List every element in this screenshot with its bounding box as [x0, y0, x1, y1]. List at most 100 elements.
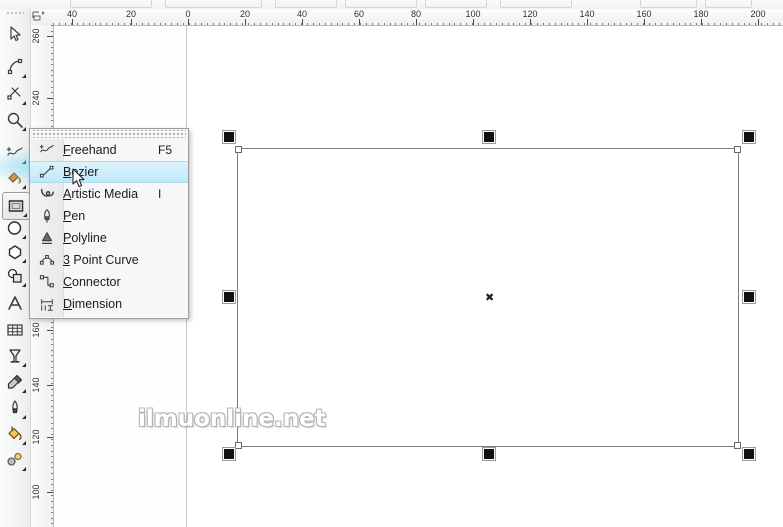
toolbar-control-3[interactable]: [345, 0, 417, 8]
selection-handle-n[interactable]: [483, 131, 495, 143]
hruler-major-tick: [473, 19, 474, 25]
hruler-minor-tick: [266, 23, 267, 25]
blend-tool[interactable]: [2, 343, 28, 369]
hruler-minor-tick: [779, 23, 780, 25]
vruler-minor-tick: [51, 70, 53, 71]
hruler-minor-tick: [513, 23, 514, 25]
menu-item-connector[interactable]: Connector: [30, 271, 188, 293]
hruler-minor-tick: [685, 23, 686, 25]
hruler-minor-tick: [626, 23, 627, 25]
hruler-minor-tick: [543, 23, 544, 25]
hruler-label: 0: [185, 9, 191, 19]
hruler-minor-tick: [738, 23, 739, 25]
flyout-arrow-icon[interactable]: [22, 127, 26, 131]
basic-shapes-tool[interactable]: [2, 263, 28, 289]
polygon-tool[interactable]: [2, 239, 28, 265]
vruler-label: 120: [31, 429, 41, 445]
vruler-minor-tick: [51, 355, 53, 356]
selection-handle-se[interactable]: [743, 448, 755, 460]
horizontal-ruler[interactable]: 40 20 0 20 40 60 80 100 120 140 160 180 200: [53, 9, 783, 26]
fill-tool[interactable]: [2, 421, 28, 447]
toolbar-control-1[interactable]: [165, 0, 262, 8]
flyout-arrow-icon[interactable]: [22, 283, 26, 287]
vruler-minor-tick: [51, 523, 53, 524]
pick-tool[interactable]: [2, 21, 28, 47]
interactive-fill-tool[interactable]: [2, 447, 28, 473]
ellipse-tool[interactable]: [2, 215, 28, 241]
crop-tool[interactable]: [2, 81, 28, 107]
vruler-minor-tick: [51, 439, 53, 440]
bezier-curve-icon: [30, 164, 63, 180]
ruler-origin-icon[interactable]: [30, 9, 54, 26]
vruler-minor-tick: [51, 451, 53, 452]
hruler-minor-tick: [124, 23, 125, 25]
selection-handle-e[interactable]: [743, 291, 755, 303]
hruler-minor-tick: [578, 23, 579, 25]
toolbar-control-4[interactable]: [425, 0, 487, 8]
hruler-minor-tick: [283, 23, 284, 25]
selection-handle-s[interactable]: [483, 448, 495, 460]
selection-handle-nw[interactable]: [223, 131, 235, 143]
vruler-major-tick: [47, 385, 53, 386]
rect-node-bottom-right[interactable]: [734, 442, 741, 449]
hruler-minor-tick: [171, 23, 172, 25]
hruler-minor-tick: [378, 23, 379, 25]
flyout-arrow-icon[interactable]: [22, 389, 26, 393]
freehand-tool[interactable]: [2, 140, 28, 166]
selection-handle-sw[interactable]: [223, 448, 235, 460]
toolbar-control-0[interactable]: [70, 0, 152, 8]
toolbox: [0, 9, 31, 527]
hruler-minor-tick: [761, 23, 762, 25]
hruler-label: 40: [296, 9, 308, 19]
menu-item-pen[interactable]: Pen: [30, 205, 188, 227]
hruler-minor-tick: [95, 23, 96, 25]
hruler-label: 180: [693, 9, 709, 19]
toolbar-control-6[interactable]: [640, 0, 697, 8]
vruler-minor-tick: [51, 378, 53, 379]
hruler-minor-tick: [460, 23, 461, 25]
hruler-minor-tick: [100, 23, 101, 25]
hruler-minor-tick: [519, 23, 520, 25]
eyedropper-tool[interactable]: [2, 369, 28, 395]
flyout-arrow-icon[interactable]: [22, 101, 26, 105]
vruler-minor-tick: [51, 479, 53, 480]
text-tool[interactable]: [2, 290, 28, 316]
flyout-arrow-icon[interactable]: [22, 160, 26, 164]
smart-fill-tool[interactable]: [2, 165, 28, 191]
toolbar-control-5[interactable]: [500, 0, 572, 8]
shape-tool[interactable]: [2, 54, 28, 80]
hruler-minor-tick: [142, 23, 143, 25]
hruler-minor-tick: [425, 23, 426, 25]
flyout-arrow-icon[interactable]: [22, 415, 26, 419]
hruler-minor-tick: [401, 23, 402, 25]
hruler-minor-tick: [395, 23, 396, 25]
rect-node-top-left[interactable]: [235, 146, 242, 153]
flyout-arrow-icon[interactable]: [22, 441, 26, 445]
hruler-minor-tick: [71, 23, 72, 25]
menu-item-polyline[interactable]: Polyline: [30, 227, 188, 249]
flyout-arrow-icon[interactable]: [22, 467, 26, 471]
menu-item-bezier[interactable]: Bezier: [30, 161, 188, 183]
rect-node-bottom-left[interactable]: [235, 442, 242, 449]
menu-item-3-point-curve[interactable]: 3 Point Curve: [30, 249, 188, 271]
selection-handle-w[interactable]: [223, 291, 235, 303]
flyout-gripper[interactable]: [32, 130, 186, 138]
rect-node-top-right[interactable]: [734, 146, 741, 153]
hruler-minor-tick: [366, 23, 367, 25]
outline-tool[interactable]: [2, 395, 28, 421]
hruler-minor-tick: [342, 23, 343, 25]
flyout-arrow-icon[interactable]: [22, 185, 26, 189]
flyout-arrow-icon[interactable]: [22, 363, 26, 367]
menu-item-freehand[interactable]: Freehand F5: [30, 139, 188, 161]
menu-item-dimension[interactable]: Dimension: [30, 293, 188, 315]
toolbar-control-2[interactable]: [275, 0, 337, 8]
menu-item-artistic-media[interactable]: Artistic Media I: [30, 183, 188, 205]
toolbox-gripper[interactable]: [6, 11, 24, 16]
zoom-tool[interactable]: [2, 107, 28, 133]
table-tool[interactable]: [2, 317, 28, 343]
flyout-arrow-icon[interactable]: [22, 74, 26, 78]
vruler-minor-tick: [51, 350, 53, 351]
toolbar-control-7[interactable]: [705, 0, 752, 8]
vruler-minor-tick: [51, 92, 53, 93]
selection-handle-ne[interactable]: [743, 131, 755, 143]
